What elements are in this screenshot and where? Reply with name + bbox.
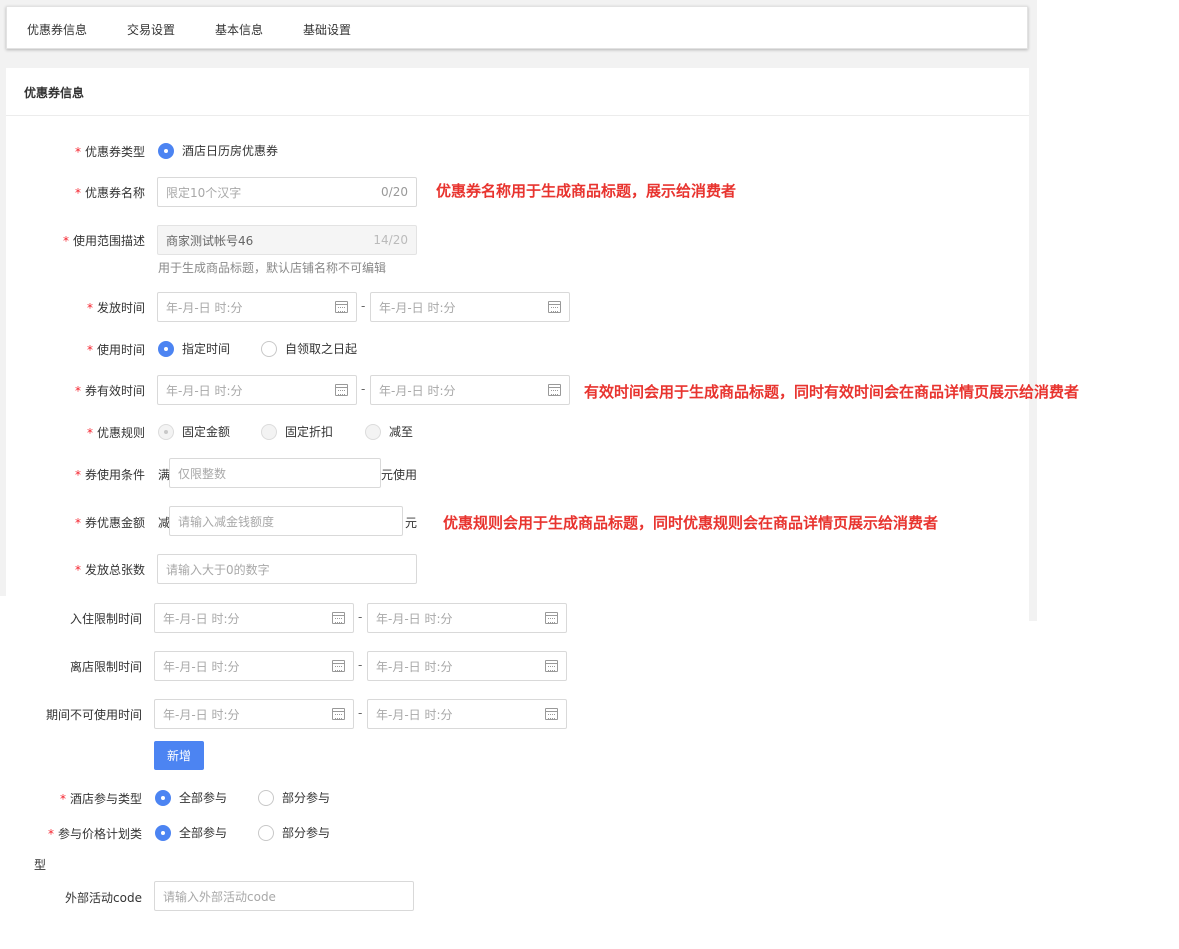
radio-unchecked-icon	[258, 789, 274, 806]
char-count: 0/20	[381, 185, 408, 199]
rate-plan-participation-label: * 参与价格计划类	[47, 827, 142, 841]
coupon-type-radio[interactable]: 酒店日历房优惠券	[158, 142, 278, 159]
scope-desc-input: 商家测试帐号46 14/20	[157, 225, 417, 255]
calendar-icon	[335, 384, 348, 396]
radio-checked-icon	[155, 824, 171, 841]
tab-basic-info[interactable]: 基本信息	[215, 21, 263, 38]
issue-time-label: * 发放时间	[86, 301, 145, 315]
radio-checked-icon	[158, 340, 174, 357]
calendar-icon	[545, 660, 558, 672]
rate-plan-partial-radio[interactable]: 部分参与	[258, 824, 330, 841]
radio-checked-icon	[158, 423, 174, 440]
range-separator: -	[361, 299, 366, 313]
total-count-label: * 发放总张数	[74, 563, 145, 577]
rule-reduce-to-radio[interactable]: 减至	[365, 423, 413, 440]
radio-checked-icon	[155, 789, 171, 806]
add-blackout-button[interactable]: 新增	[154, 741, 204, 770]
tab-trade-settings[interactable]: 交易设置	[127, 21, 175, 38]
blackout-time-label: 期间不可使用时间	[45, 708, 142, 722]
coupon-type-label: * 优惠券类型	[74, 145, 145, 159]
valid-time-label: * 券有效时间	[74, 384, 145, 398]
discount-rule-label: * 优惠规则	[86, 426, 145, 440]
condition-suffix: 元使用	[381, 468, 418, 482]
coupon-name-label: * 优惠券名称	[74, 186, 145, 200]
rate-plan-all-radio[interactable]: 全部参与	[155, 824, 227, 841]
external-code-label: 外部活动code	[65, 891, 142, 905]
issue-time-start-input[interactable]: 年-月-日 时:分	[157, 292, 357, 322]
use-time-specified-radio[interactable]: 指定时间	[158, 340, 230, 357]
calendar-icon	[335, 301, 348, 313]
checkout-limit-end-input[interactable]: 年-月-日 时:分	[367, 651, 567, 681]
panel-divider	[6, 115, 1029, 116]
hotel-partial-radio[interactable]: 部分参与	[258, 789, 330, 806]
hotel-participation-label: * 酒店参与类型	[59, 792, 142, 806]
coupon-name-input[interactable]: 限定10个汉字 0/20	[157, 177, 417, 207]
amount-suffix: 元	[405, 516, 418, 530]
panel-title: 优惠券信息	[24, 86, 85, 100]
checkin-limit-label: 入住限制时间	[69, 612, 142, 626]
discount-amount-label: * 券优惠金额	[74, 516, 145, 530]
char-count: 14/20	[373, 233, 408, 247]
blackout-time-end-input[interactable]: 年-月-日 时:分	[367, 699, 567, 729]
hotel-all-radio[interactable]: 全部参与	[155, 789, 227, 806]
range-separator: -	[361, 382, 366, 396]
checkin-limit-end-input[interactable]: 年-月-日 时:分	[367, 603, 567, 633]
annotation-name: 优惠券名称用于生成商品标题，展示给消费者	[436, 182, 737, 200]
range-separator: -	[358, 610, 363, 624]
rate-plan-participation-label-wrap: 型	[34, 858, 47, 872]
calendar-icon	[548, 301, 561, 313]
annotation-rule: 优惠规则会用于生成商品标题，同时优惠规则会在商品详情页展示给消费者	[443, 514, 939, 532]
radio-checked-icon	[158, 142, 174, 159]
rule-fixed-amount-radio[interactable]: 固定金额	[158, 423, 230, 440]
checkout-limit-label: 离店限制时间	[69, 660, 142, 674]
calendar-icon	[332, 660, 345, 672]
calendar-icon	[545, 708, 558, 720]
scope-desc-label: * 使用范围描述	[62, 234, 145, 248]
top-nav: 优惠券信息 交易设置 基本信息 基础设置	[6, 6, 1028, 49]
calendar-icon	[548, 384, 561, 396]
discount-amount-input[interactable]: 请输入减金钱额度	[169, 506, 403, 536]
radio-unchecked-icon	[365, 423, 381, 440]
scope-desc-hint: 用于生成商品标题，默认店铺名称不可编辑	[158, 261, 387, 275]
radio-unchecked-icon	[261, 340, 277, 357]
issue-time-end-input[interactable]: 年-月-日 时:分	[370, 292, 570, 322]
use-time-from-claim-radio[interactable]: 自领取之日起	[261, 340, 357, 357]
range-separator: -	[358, 658, 363, 672]
rule-fixed-discount-radio[interactable]: 固定折扣	[261, 423, 333, 440]
valid-time-end-input[interactable]: 年-月-日 时:分	[370, 375, 570, 405]
valid-time-start-input[interactable]: 年-月-日 时:分	[157, 375, 357, 405]
external-code-input[interactable]: 请输入外部活动code	[154, 881, 414, 911]
checkout-limit-start-input[interactable]: 年-月-日 时:分	[154, 651, 354, 681]
calendar-icon	[332, 708, 345, 720]
radio-unchecked-icon	[258, 824, 274, 841]
use-condition-label: * 券使用条件	[74, 468, 145, 482]
blackout-time-start-input[interactable]: 年-月-日 时:分	[154, 699, 354, 729]
range-separator: -	[358, 706, 363, 720]
radio-unchecked-icon	[261, 423, 277, 440]
use-time-label: * 使用时间	[86, 343, 145, 357]
calendar-icon	[545, 612, 558, 624]
tab-coupon-info[interactable]: 优惠券信息	[27, 21, 87, 38]
tab-base-settings[interactable]: 基础设置	[303, 21, 351, 38]
use-condition-input[interactable]: 仅限整数	[169, 458, 381, 488]
calendar-icon	[332, 612, 345, 624]
annotation-valid-time: 有效时间会用于生成商品标题，同时有效时间会在商品详情页展示给消费者	[584, 383, 1080, 401]
checkin-limit-start-input[interactable]: 年-月-日 时:分	[154, 603, 354, 633]
total-count-input[interactable]: 请输入大于0的数字	[157, 554, 417, 584]
